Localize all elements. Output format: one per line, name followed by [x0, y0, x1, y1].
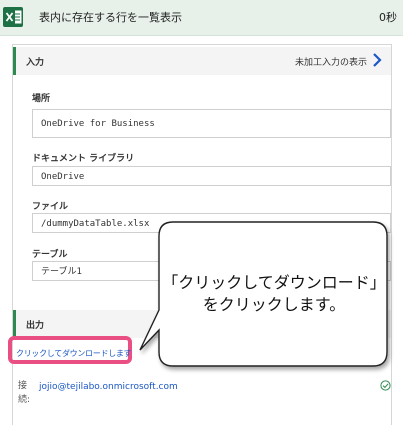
connection-email: jojio@tejilabo.onmicrosoft.com	[39, 382, 178, 392]
field-label-document-library: ドキュメント ライブラリ	[32, 154, 135, 164]
output-section-label: 出力	[26, 321, 45, 331]
location-field[interactable]: OneDrive for Business	[32, 109, 391, 138]
document-library-field[interactable]: OneDrive	[32, 166, 391, 186]
duration-label: 0秒	[379, 11, 397, 24]
action-header[interactable]: 表内に存在する行を一覧表示 0秒	[0, 0, 403, 36]
field-label-table: テーブル	[32, 250, 68, 260]
excel-icon	[3, 7, 23, 27]
callout-text: 「クリックしてダウンロード」 をクリックします。	[160, 272, 388, 316]
callout-line-2: をクリックします。	[202, 295, 346, 314]
chevron-right-icon[interactable]	[371, 52, 383, 68]
show-raw-inputs-link[interactable]: 未加工入力の表示	[295, 55, 367, 68]
details-card: 入力 未加工入力の表示 場所 OneDrive for Business ドキュ…	[12, 44, 392, 425]
callout-line-1: 「クリックしてダウンロード」	[162, 273, 386, 292]
field-label-location: 場所	[32, 94, 51, 104]
input-section-label: 入力	[26, 58, 45, 68]
action-title: 表内に存在する行を一覧表示	[39, 11, 182, 24]
connection-label: 接続:	[18, 381, 31, 405]
field-label-file: ファイル	[32, 202, 69, 212]
check-circle-icon	[380, 380, 391, 391]
input-section-header: 入力 未加工入力の表示	[13, 47, 391, 75]
download-link[interactable]: クリックしてダウンロードします	[16, 348, 132, 359]
file-field[interactable]: /dummyDataTable.xlsx	[32, 213, 391, 233]
